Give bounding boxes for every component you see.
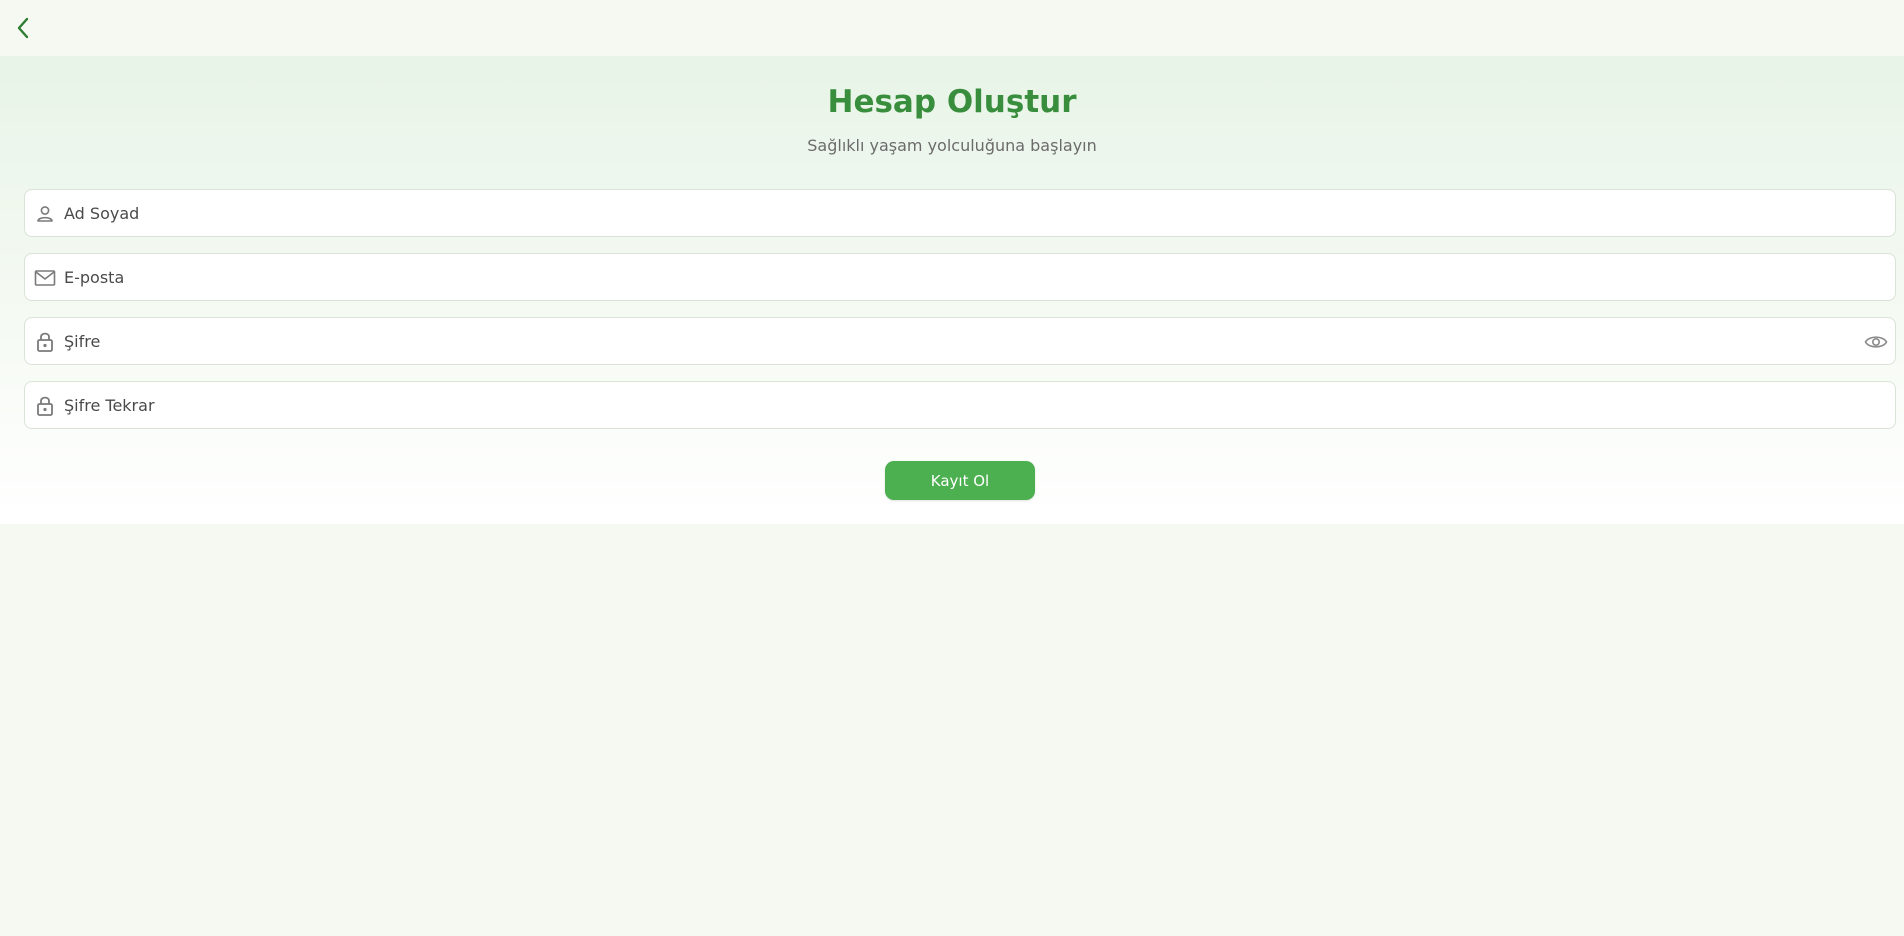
person-icon xyxy=(33,202,57,226)
email-field[interactable] xyxy=(24,253,1896,301)
password-repeat-input[interactable] xyxy=(64,382,1844,428)
chevron-left-icon xyxy=(17,17,29,39)
lock-icon xyxy=(33,330,57,354)
register-form: Hesap Oluştur Sağlıklı yaşam yolculuğuna… xyxy=(0,56,1904,524)
page-subtitle: Sağlıklı yaşam yolculuğuna başlayın xyxy=(807,136,1097,155)
full-name-field[interactable] xyxy=(24,189,1896,237)
top-bar xyxy=(0,0,1904,56)
back-button[interactable] xyxy=(9,13,37,43)
lock-icon xyxy=(33,394,57,418)
email-input[interactable] xyxy=(64,254,1844,300)
page-title: Hesap Oluştur xyxy=(827,84,1077,120)
register-button[interactable]: Kayıt Ol xyxy=(885,461,1035,500)
password-input[interactable] xyxy=(64,318,1844,364)
full-name-input[interactable] xyxy=(64,190,1844,236)
password-field[interactable] xyxy=(24,317,1896,365)
mail-icon xyxy=(33,266,57,290)
eye-icon[interactable] xyxy=(1863,330,1889,354)
password-repeat-field[interactable] xyxy=(24,381,1896,429)
